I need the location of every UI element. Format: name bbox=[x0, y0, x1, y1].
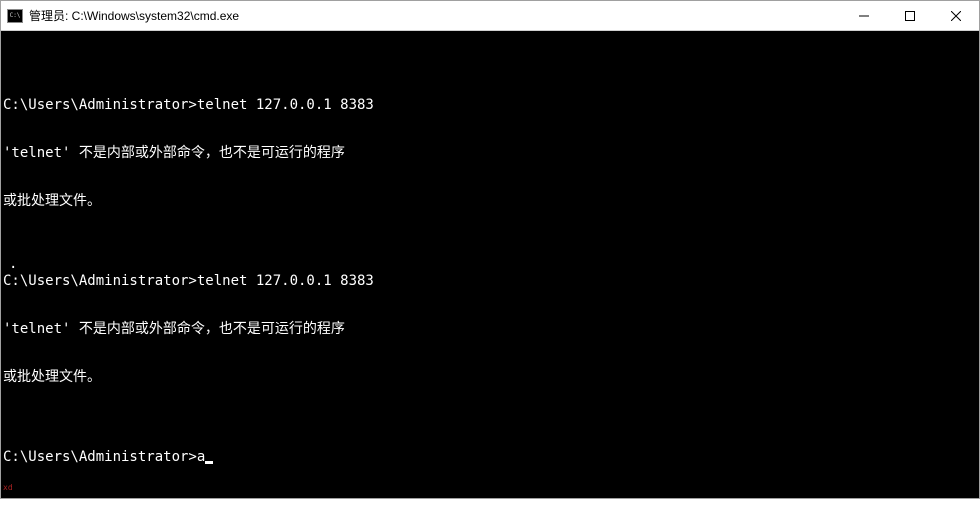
maximize-icon bbox=[905, 11, 915, 21]
terminal-cursor bbox=[205, 461, 213, 464]
terminal-line: 或批处理文件。 bbox=[3, 193, 977, 209]
window-title: 管理员: C:\Windows\system32\cmd.exe bbox=[29, 7, 841, 24]
terminal-area[interactable]: C:\Users\Administrator>telnet 127.0.0.1 … bbox=[1, 31, 979, 498]
terminal-line: C:\Users\Administrator>telnet 127.0.0.1 … bbox=[3, 273, 977, 289]
close-button[interactable] bbox=[933, 1, 979, 30]
terminal-line: 'telnet' 不是内部或外部命令，也不是可运行的程序 bbox=[3, 321, 977, 337]
terminal-prompt: C:\Users\Administrator> bbox=[3, 449, 197, 465]
cmd-window: 管理员: C:\Windows\system32\cmd.exe C: bbox=[0, 0, 980, 499]
cmd-icon bbox=[7, 9, 23, 23]
stray-dot: . bbox=[9, 256, 17, 272]
minimize-icon bbox=[859, 11, 869, 21]
minimize-button[interactable] bbox=[841, 1, 887, 30]
terminal-current-line: C:\Users\Administrator>a bbox=[3, 449, 977, 465]
maximize-button[interactable] bbox=[887, 1, 933, 30]
terminal-line: C:\Users\Administrator>telnet 127.0.0.1 … bbox=[3, 97, 977, 113]
titlebar[interactable]: 管理员: C:\Windows\system32\cmd.exe bbox=[1, 1, 979, 31]
terminal-input: a bbox=[197, 449, 205, 465]
red-marker: xd bbox=[3, 480, 13, 496]
close-icon bbox=[951, 11, 961, 21]
window-controls bbox=[841, 1, 979, 30]
terminal-line: 或批处理文件。 bbox=[3, 369, 977, 385]
terminal-line: 'telnet' 不是内部或外部命令，也不是可运行的程序 bbox=[3, 145, 977, 161]
